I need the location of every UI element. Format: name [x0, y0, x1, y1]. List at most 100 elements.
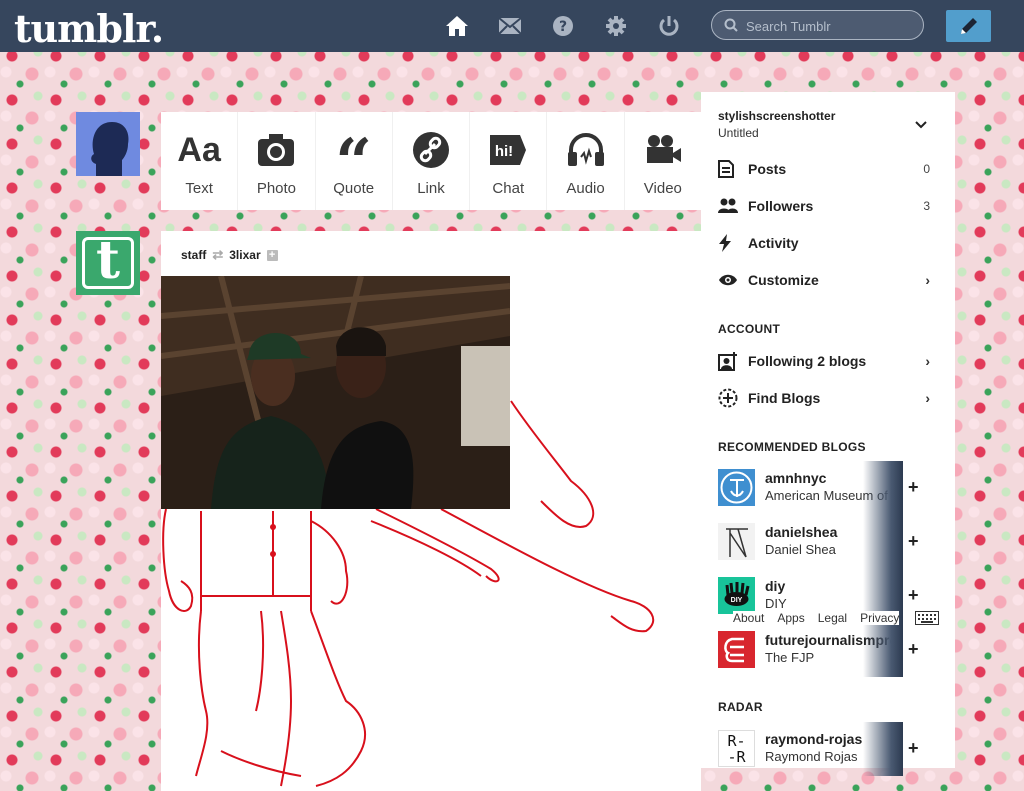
text-icon: Aa — [177, 130, 221, 169]
sidebar-item-label: Customize — [748, 272, 819, 288]
chat-icon: hi! — [488, 130, 528, 170]
chevron-right-icon: › — [925, 353, 930, 369]
headphones-icon — [567, 130, 605, 170]
posts-count: 0 — [923, 162, 930, 176]
post-type-label: Chat — [492, 180, 525, 197]
fade-overlay — [863, 515, 903, 569]
followers-icon — [718, 196, 740, 216]
user-avatar[interactable] — [76, 112, 140, 176]
sidebar-item-customize[interactable]: Customize › — [718, 268, 930, 292]
sidebar-item-following[interactable]: Following 2 blogs › — [718, 349, 930, 373]
reblog-icon: ⇄ — [212, 247, 224, 262]
post-type-label: Video — [643, 180, 682, 197]
avatar-text: R- -R — [727, 731, 746, 766]
dashboard-post: staff ⇄ 3lixar + — [161, 231, 701, 791]
sidebar-item-activity[interactable]: Activity — [718, 231, 930, 255]
post-type-label: Photo — [256, 180, 297, 197]
svg-text:DIY: DIY — [731, 597, 743, 604]
post-type-text[interactable]: Aa Text — [161, 112, 239, 210]
follow-plus-icon[interactable]: + — [908, 477, 919, 498]
mail-icon[interactable] — [497, 13, 523, 39]
fade-overlay — [863, 623, 903, 677]
footer-link-apps[interactable]: Apps — [777, 611, 804, 625]
find-blogs-icon — [718, 388, 740, 408]
sidebar-blog-title: Untitled — [718, 126, 759, 140]
link-icon — [412, 130, 450, 170]
post-type-label: Quote — [333, 180, 375, 197]
silhouette-icon — [76, 112, 140, 176]
right-sidebar: stylishscreenshotter Untitled Posts 0 Fo… — [701, 92, 955, 776]
top-navigation-bar: tumblr. ? — [0, 0, 1024, 52]
home-icon[interactable] — [444, 13, 470, 39]
amnhnyc-avatar — [718, 469, 755, 506]
svg-text:?: ? — [559, 19, 567, 35]
lightning-icon — [718, 233, 740, 253]
recommended-blog[interactable]: amnhnyc American Museum of N + — [718, 461, 948, 519]
radar-blog[interactable]: R- -R raymond-rojas Raymond Rojas + — [718, 722, 948, 780]
sidebar-item-posts[interactable]: Posts 0 — [718, 157, 930, 181]
blog-name: amnhnyc — [765, 470, 827, 486]
pencil-icon — [960, 18, 977, 34]
footer-link-privacy[interactable]: Privacy — [860, 611, 899, 625]
gear-icon[interactable] — [603, 13, 629, 39]
chevron-right-icon: › — [925, 390, 930, 406]
blog-name: danielshea — [765, 524, 838, 540]
footer-links: About Apps Legal Privacy — [733, 611, 900, 625]
post-type-photo[interactable]: Photo — [238, 112, 316, 210]
sidebar-item-label: Find Blogs — [748, 390, 821, 406]
footer-link-about[interactable]: About — [733, 611, 764, 625]
video-camera-icon — [644, 130, 682, 170]
recommended-heading: RECOMMENDED BLOGS — [718, 440, 866, 454]
footer-link-legal[interactable]: Legal — [818, 611, 847, 625]
keyboard-icon[interactable] — [915, 611, 939, 630]
post-type-link[interactable]: Link — [393, 112, 471, 210]
post-type-label: Link — [417, 180, 445, 197]
help-icon[interactable]: ? — [550, 13, 576, 39]
recommended-blog[interactable]: futurejournalismpro The FJP + — [718, 623, 948, 681]
post-photo[interactable] — [161, 276, 510, 509]
sidebar-item-label: Following 2 blogs — [748, 353, 867, 369]
follow-plus-icon[interactable]: + — [908, 531, 919, 552]
sidebar-item-followers[interactable]: Followers 3 — [718, 194, 930, 218]
staff-avatar[interactable]: t — [76, 231, 140, 295]
photo-image — [161, 276, 510, 509]
danielshea-avatar — [718, 523, 755, 560]
reblogged-from-link[interactable]: 3lixar — [229, 248, 260, 262]
search-box[interactable] — [711, 10, 924, 40]
blog-description: Raymond Rojas — [765, 749, 858, 764]
post-type-audio[interactable]: Audio — [547, 112, 625, 210]
compose-button[interactable] — [946, 10, 991, 42]
camera-icon — [257, 130, 295, 170]
tumblr-logo[interactable]: tumblr. — [14, 6, 164, 51]
power-icon[interactable] — [656, 13, 682, 39]
search-input[interactable] — [744, 16, 918, 36]
follow-plus-icon[interactable]: + — [908, 738, 919, 759]
post-type-label: Audio — [566, 180, 605, 197]
follow-plus-icon[interactable]: + — [266, 249, 278, 261]
raymond-rojas-avatar: R- -R — [718, 730, 755, 767]
svg-text:hi!: hi! — [495, 143, 513, 160]
recommended-blog[interactable]: danielshea Daniel Shea + — [718, 515, 948, 573]
blog-description: Daniel Shea — [765, 542, 836, 557]
follow-plus-icon[interactable]: + — [908, 585, 919, 606]
post-type-video[interactable]: Video — [625, 112, 701, 210]
sidebar-item-label: Posts — [748, 161, 787, 177]
sidebar-item-find-blogs[interactable]: Find Blogs › — [718, 386, 930, 410]
follow-plus-icon[interactable]: + — [908, 639, 919, 660]
post-type-quote[interactable]: “ Quote — [316, 112, 393, 210]
eye-icon — [718, 270, 740, 290]
posts-icon — [718, 159, 740, 179]
chevron-down-icon[interactable] — [915, 116, 927, 134]
search-icon — [724, 18, 738, 37]
fade-overlay — [863, 461, 903, 515]
post-author-link[interactable]: staff — [181, 248, 206, 262]
post-type-bar: Aa Text Photo “ Quote Link hi! Chat Audi… — [161, 112, 701, 210]
blog-name: raymond-rojas — [765, 731, 863, 747]
post-type-chat[interactable]: hi! Chat — [470, 112, 548, 210]
followers-count: 3 — [923, 199, 930, 213]
following-icon — [718, 351, 740, 371]
blog-description: The FJP — [765, 650, 815, 665]
tumblr-t-icon: t — [95, 230, 121, 291]
radar-heading: RADAR — [718, 700, 763, 714]
sidebar-username[interactable]: stylishscreenshotter — [718, 109, 835, 123]
